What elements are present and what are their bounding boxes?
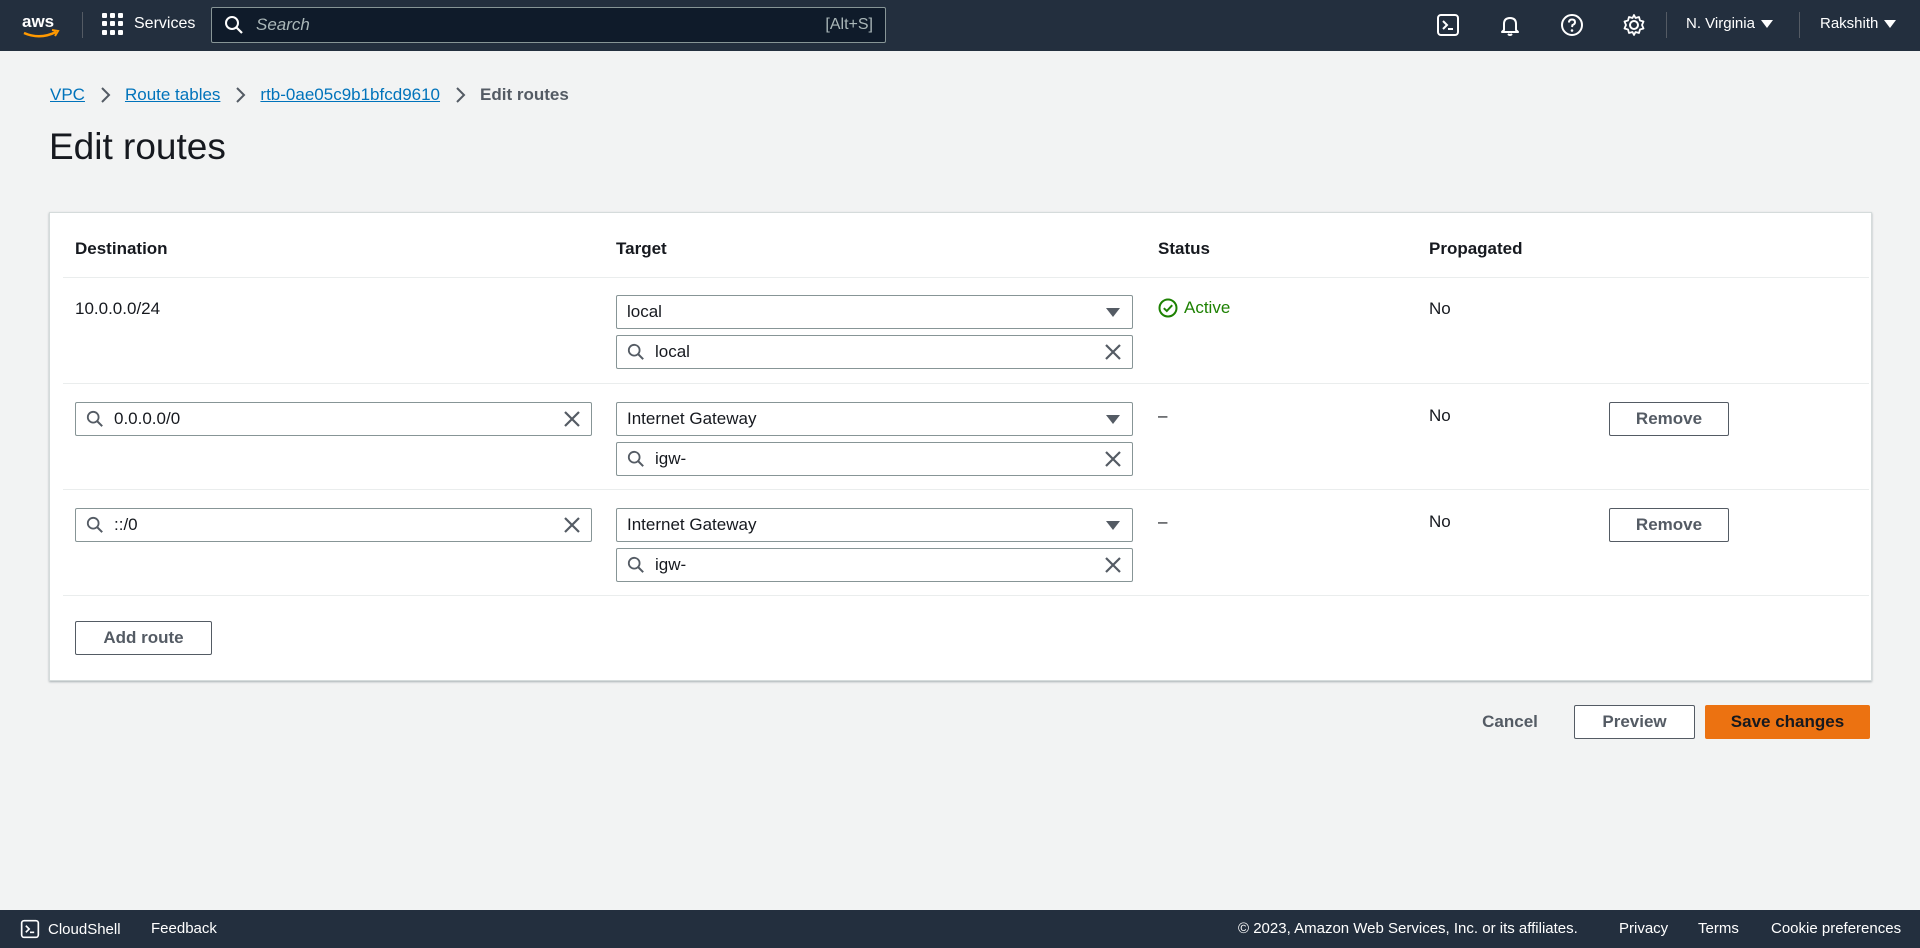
status-badge: Active — [1158, 298, 1230, 318]
search-icon — [627, 343, 644, 360]
cloudshell-button[interactable]: CloudShell — [20, 919, 121, 939]
global-search[interactable]: [Alt+S] — [211, 7, 886, 43]
feedback-link[interactable]: Feedback — [151, 920, 217, 937]
target-filter[interactable] — [616, 335, 1133, 369]
row-divider — [63, 277, 1869, 278]
search-icon — [627, 450, 644, 467]
destination-input[interactable] — [75, 402, 592, 436]
target-filter-input[interactable] — [655, 555, 1104, 575]
target-type-select[interactable]: local — [616, 295, 1133, 329]
cloudshell-icon[interactable] — [1436, 13, 1460, 37]
chevron-right-icon — [454, 86, 466, 104]
search-icon — [627, 556, 644, 573]
row-divider — [63, 595, 1869, 596]
chevron-right-icon — [234, 86, 246, 104]
caret-down-icon — [1106, 307, 1120, 317]
propagated-value: No — [1429, 299, 1451, 318]
page-title: Edit routes — [49, 126, 226, 167]
status-text: Active — [1184, 298, 1231, 317]
destination-field[interactable] — [114, 409, 563, 429]
search-icon — [86, 410, 103, 427]
nav-divider — [1799, 12, 1800, 38]
copyright-text: © 2023, Amazon Web Services, Inc. or its… — [1238, 920, 1578, 937]
column-header-status: Status — [1158, 239, 1210, 258]
gear-icon[interactable] — [1622, 13, 1646, 37]
caret-down-icon — [1106, 414, 1120, 424]
target-type-value: local — [627, 302, 662, 321]
status-text: – — [1158, 406, 1168, 425]
cloudshell-label: CloudShell — [48, 920, 121, 938]
nav-divider — [1666, 12, 1667, 38]
column-header-destination: Destination — [75, 239, 168, 258]
target-filter[interactable] — [616, 548, 1133, 582]
cookie-preferences-link[interactable]: Cookie preferences — [1771, 920, 1901, 937]
caret-down-icon — [1884, 19, 1897, 28]
breadcrumb: VPC Route tables rtb-0ae05c9b1bfcd9610 E… — [50, 85, 569, 105]
target-filter-input[interactable] — [655, 449, 1104, 469]
destination-field[interactable] — [114, 515, 563, 535]
top-navigation: aws Services [Alt+S] — [0, 0, 1920, 51]
target-filter-input[interactable] — [655, 342, 1104, 362]
destination-input[interactable] — [75, 508, 592, 542]
search-input[interactable] — [256, 15, 818, 35]
status-text: – — [1158, 512, 1168, 531]
aws-logo[interactable]: aws — [22, 12, 62, 40]
breadcrumb-route-tables[interactable]: Route tables — [125, 85, 220, 105]
user-label: Rakshith — [1820, 15, 1879, 32]
cancel-button[interactable]: Cancel — [1466, 705, 1554, 739]
row-divider — [63, 383, 1869, 384]
nav-divider — [82, 12, 83, 38]
breadcrumb-route-table-id[interactable]: rtb-0ae05c9b1bfcd9610 — [260, 85, 440, 105]
search-icon — [86, 516, 103, 533]
save-changes-button[interactable]: Save changes — [1705, 705, 1870, 739]
caret-down-icon — [1760, 19, 1773, 28]
footer: CloudShell Feedback © 2023, Amazon Web S… — [0, 910, 1920, 948]
help-icon[interactable] — [1560, 13, 1584, 37]
search-shortcut-hint: [Alt+S] — [825, 16, 873, 33]
grid-icon — [102, 13, 124, 35]
column-header-target: Target — [616, 239, 667, 258]
row-divider — [63, 489, 1869, 490]
caret-down-icon — [1106, 520, 1120, 530]
search-icon — [225, 16, 243, 34]
close-icon[interactable] — [563, 516, 581, 534]
target-type-select[interactable]: Internet Gateway — [616, 402, 1133, 436]
user-menu[interactable]: Rakshith — [1820, 15, 1897, 32]
privacy-link[interactable]: Privacy — [1619, 920, 1668, 937]
close-icon[interactable] — [563, 410, 581, 428]
remove-route-button[interactable]: Remove — [1609, 402, 1729, 436]
target-type-value: Internet Gateway — [627, 515, 757, 534]
breadcrumb-current: Edit routes — [480, 85, 569, 104]
services-menu[interactable]: Services — [102, 13, 195, 35]
bell-icon[interactable] — [1498, 13, 1522, 37]
region-selector[interactable]: N. Virginia — [1686, 15, 1773, 32]
close-icon[interactable] — [1104, 450, 1122, 468]
propagated-value: No — [1429, 406, 1451, 425]
breadcrumb-vpc[interactable]: VPC — [50, 85, 85, 105]
close-icon[interactable] — [1104, 556, 1122, 574]
column-header-propagated: Propagated — [1429, 239, 1523, 258]
remove-route-button[interactable]: Remove — [1609, 508, 1729, 542]
close-icon[interactable] — [1104, 343, 1122, 361]
route-destination-text: 10.0.0.0/24 — [75, 299, 161, 318]
svg-text:aws: aws — [22, 12, 54, 31]
target-filter[interactable] — [616, 442, 1133, 476]
terms-link[interactable]: Terms — [1698, 920, 1739, 937]
add-route-button[interactable]: Add route — [75, 621, 212, 655]
cloudshell-icon — [20, 919, 40, 939]
chevron-right-icon — [99, 86, 111, 104]
target-type-value: Internet Gateway — [627, 409, 757, 428]
target-type-select[interactable]: Internet Gateway — [616, 508, 1133, 542]
services-label: Services — [134, 15, 196, 32]
success-check-icon — [1158, 298, 1178, 318]
preview-button[interactable]: Preview — [1574, 705, 1695, 739]
region-label: N. Virginia — [1686, 15, 1755, 32]
propagated-value: No — [1429, 512, 1451, 531]
